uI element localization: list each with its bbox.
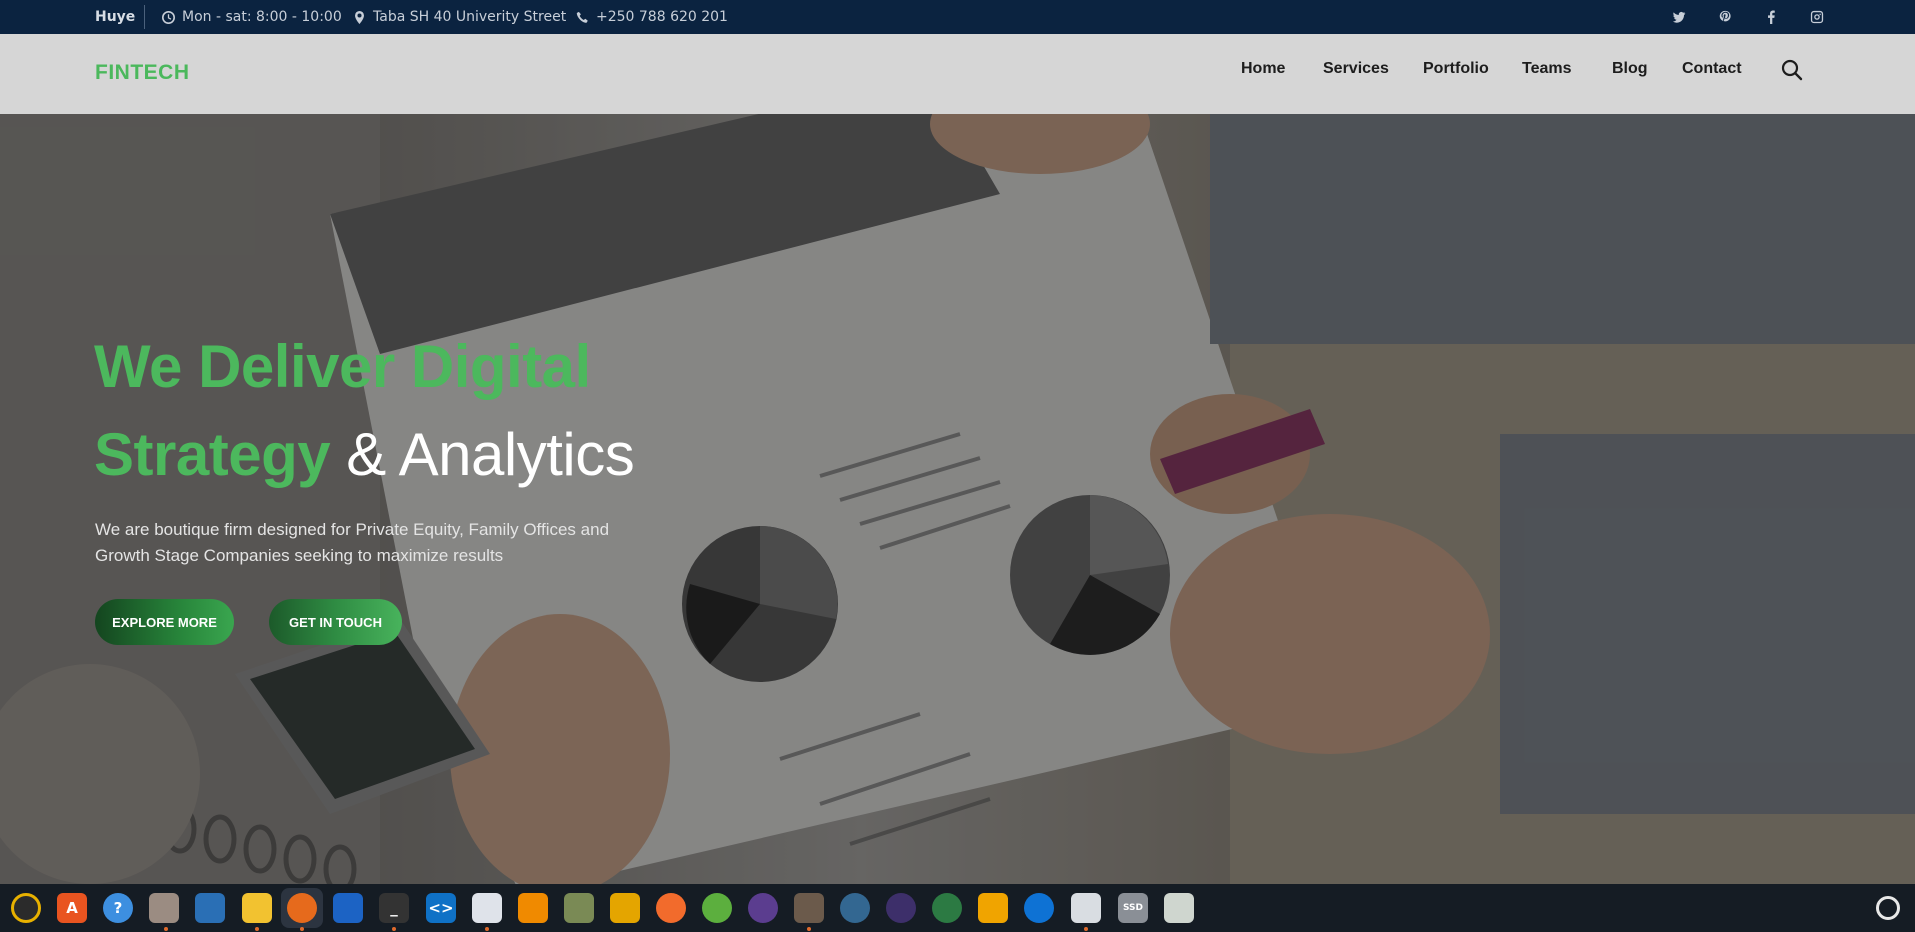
explore-more-button[interactable]: EXPLORE MORE bbox=[95, 599, 234, 645]
running-indicator bbox=[807, 927, 811, 931]
running-indicator bbox=[392, 927, 396, 931]
main-navbar: FINTECH Home Services Portfolio Teams Bl… bbox=[0, 34, 1915, 114]
running-indicator bbox=[164, 927, 168, 931]
pinterest-icon[interactable] bbox=[1716, 8, 1734, 26]
ssd-icon[interactable]: SSD bbox=[1118, 893, 1148, 923]
hero-title-line-1: We Deliver Digital bbox=[94, 333, 591, 400]
location-pin-icon bbox=[355, 10, 364, 24]
hours-info: Mon - sat: 8:00 - 10:00 bbox=[162, 0, 342, 34]
rhythmbox-icon[interactable] bbox=[11, 893, 41, 923]
hero-title-line-2: Strategy & Analytics bbox=[94, 420, 635, 489]
site-logo[interactable]: FINTECH bbox=[95, 61, 190, 85]
gnome-tweaks-icon[interactable] bbox=[564, 893, 594, 923]
files-icon[interactable] bbox=[149, 893, 179, 923]
address-info: Taba SH 40 Univerity Street bbox=[353, 0, 566, 34]
hero-description: We are boutique firm designed for Privat… bbox=[95, 520, 610, 565]
nav-contact[interactable]: Contact bbox=[1682, 60, 1742, 78]
clock-icon bbox=[162, 10, 175, 24]
running-indicator bbox=[300, 927, 304, 931]
search-icon[interactable] bbox=[1781, 59, 1803, 81]
gimp-icon[interactable] bbox=[794, 893, 824, 923]
settings-icon[interactable] bbox=[1876, 896, 1900, 920]
eye-of-gnome-icon[interactable] bbox=[748, 893, 778, 923]
running-indicator bbox=[255, 927, 259, 931]
hero-overlay bbox=[0, 114, 1915, 884]
top-info-bar: Huye Mon - sat: 8:00 - 10:00 Taba SH 40 … bbox=[0, 0, 1915, 34]
libreoffice-icon[interactable] bbox=[195, 893, 225, 923]
wireshark-icon[interactable] bbox=[333, 893, 363, 923]
nav-portfolio[interactable]: Portfolio bbox=[1423, 60, 1489, 78]
hours-text: Mon - sat: 8:00 - 10:00 bbox=[182, 9, 342, 25]
running-indicator bbox=[1084, 927, 1088, 931]
twitter-icon[interactable] bbox=[1670, 8, 1688, 26]
hero-section: We Deliver Digital Strategy & Analytics … bbox=[0, 114, 1915, 884]
app-center-icon[interactable]: A bbox=[57, 893, 87, 923]
address-text: Taba SH 40 Univerity Street bbox=[373, 9, 567, 25]
instagram-icon[interactable] bbox=[1808, 8, 1826, 26]
hero-title-highlight: Strategy bbox=[94, 421, 331, 488]
archive-icon[interactable] bbox=[978, 893, 1008, 923]
nav-teams[interactable]: Teams bbox=[1522, 60, 1572, 78]
phone-text: +250 788 620 201 bbox=[596, 9, 728, 25]
nav-home[interactable]: Home bbox=[1241, 60, 1285, 78]
vscode-icon[interactable]: <> bbox=[426, 893, 456, 923]
presentation-icon[interactable] bbox=[1071, 893, 1101, 923]
firefox-icon[interactable] bbox=[287, 893, 317, 923]
color-picker-icon[interactable] bbox=[932, 893, 962, 923]
get-in-touch-button[interactable]: GET IN TOUCH bbox=[269, 599, 402, 645]
phone-icon bbox=[576, 11, 588, 23]
recycle-bin-icon[interactable] bbox=[1164, 893, 1194, 923]
text-editor-icon[interactable] bbox=[472, 893, 502, 923]
notes-icon[interactable] bbox=[242, 893, 272, 923]
help-icon[interactable]: ? bbox=[103, 893, 133, 923]
vlc-icon[interactable] bbox=[518, 893, 548, 923]
inkscape-icon[interactable] bbox=[886, 893, 916, 923]
postgresql-icon[interactable] bbox=[840, 893, 870, 923]
terminal-icon[interactable]: _ bbox=[379, 893, 409, 923]
facebook-icon[interactable] bbox=[1762, 8, 1780, 26]
os-taskbar: A ? _ <> SSD bbox=[0, 884, 1915, 932]
divider bbox=[144, 5, 145, 29]
nav-blog[interactable]: Blog bbox=[1612, 60, 1648, 78]
phone-info: +250 788 620 201 bbox=[576, 0, 728, 34]
teamviewer-icon[interactable] bbox=[1024, 893, 1054, 923]
calculator-icon[interactable] bbox=[610, 893, 640, 923]
city-label: Huye bbox=[95, 9, 136, 25]
postman-icon[interactable] bbox=[656, 893, 686, 923]
hero-title-rest: & Analytics bbox=[346, 421, 635, 488]
running-indicator bbox=[485, 927, 489, 931]
spring-icon[interactable] bbox=[702, 893, 732, 923]
nav-services[interactable]: Services bbox=[1323, 60, 1389, 78]
